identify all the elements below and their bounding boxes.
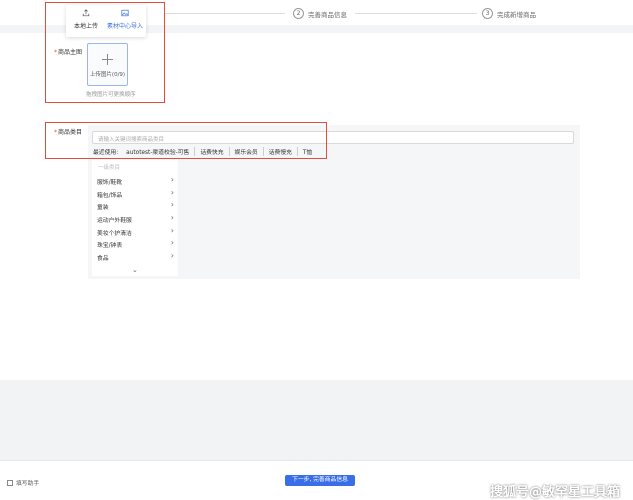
fill-helper-button[interactable]: 填写助手 bbox=[7, 478, 39, 487]
list-item[interactable]: 美妆个护清洁 › bbox=[92, 225, 178, 237]
footer-bar: 填写助手 下一步, 完善商品信息 搜狐号@敏罕星工具箱 bbox=[0, 460, 633, 500]
step-2: 2 完善商品信息 bbox=[293, 8, 347, 19]
step-3: 3 完成新增商品 bbox=[482, 8, 536, 19]
helper-label: 填写助手 bbox=[16, 481, 40, 487]
step-connector bbox=[165, 13, 285, 14]
list-item[interactable]: 珠宝/钟表 › bbox=[92, 237, 178, 249]
chevron-right-icon: › bbox=[170, 251, 174, 260]
list-item[interactable]: 运动户外鞋服 › bbox=[92, 212, 178, 224]
chevron-right-icon: › bbox=[170, 213, 174, 222]
step-3-label: 完成新增商品 bbox=[497, 10, 536, 19]
highlight-box-category bbox=[45, 122, 327, 159]
next-step-button[interactable]: 下一步, 完善商品信息 bbox=[285, 475, 355, 486]
chevron-right-icon: › bbox=[170, 226, 174, 235]
image-upload-button[interactable]: 上传图片(0/9) bbox=[87, 43, 128, 86]
upload-count-label: 上传图片(0/9) bbox=[89, 72, 126, 78]
list-item[interactable]: 食品 › bbox=[92, 250, 178, 262]
category-level1-list: 一级类目 服饰/鞋靴 › 箱包/饰品 › 童装 › 运动户外鞋服 › 美妆个护清洁 › 珠… bbox=[92, 160, 178, 276]
chevron-right-icon: › bbox=[170, 238, 174, 247]
expand-more-icon[interactable]: ⌄ bbox=[132, 266, 138, 274]
page-background bbox=[0, 380, 633, 460]
main-image-label: *商品主图 bbox=[54, 49, 83, 56]
chevron-right-icon: › bbox=[170, 175, 174, 184]
helper-icon bbox=[7, 479, 13, 486]
chevron-right-icon: › bbox=[170, 188, 174, 197]
step-2-number: 2 bbox=[293, 8, 304, 19]
step-2-label: 完善商品信息 bbox=[308, 10, 347, 19]
level-title: 一级类目 bbox=[98, 165, 121, 171]
drag-hint: 拖拽图片可更换顺序 bbox=[86, 92, 136, 98]
step-3-number: 3 bbox=[482, 8, 493, 19]
step-connector bbox=[355, 13, 477, 14]
list-item[interactable]: 童装 › bbox=[92, 199, 178, 211]
list-item[interactable]: 服饰/鞋靴 › bbox=[92, 174, 178, 186]
watermark: 搜狐号@敏罕星工具箱 bbox=[490, 485, 621, 500]
chevron-right-icon: › bbox=[170, 200, 174, 209]
list-item[interactable]: 箱包/饰品 › bbox=[92, 187, 178, 199]
plus-icon bbox=[102, 54, 113, 65]
